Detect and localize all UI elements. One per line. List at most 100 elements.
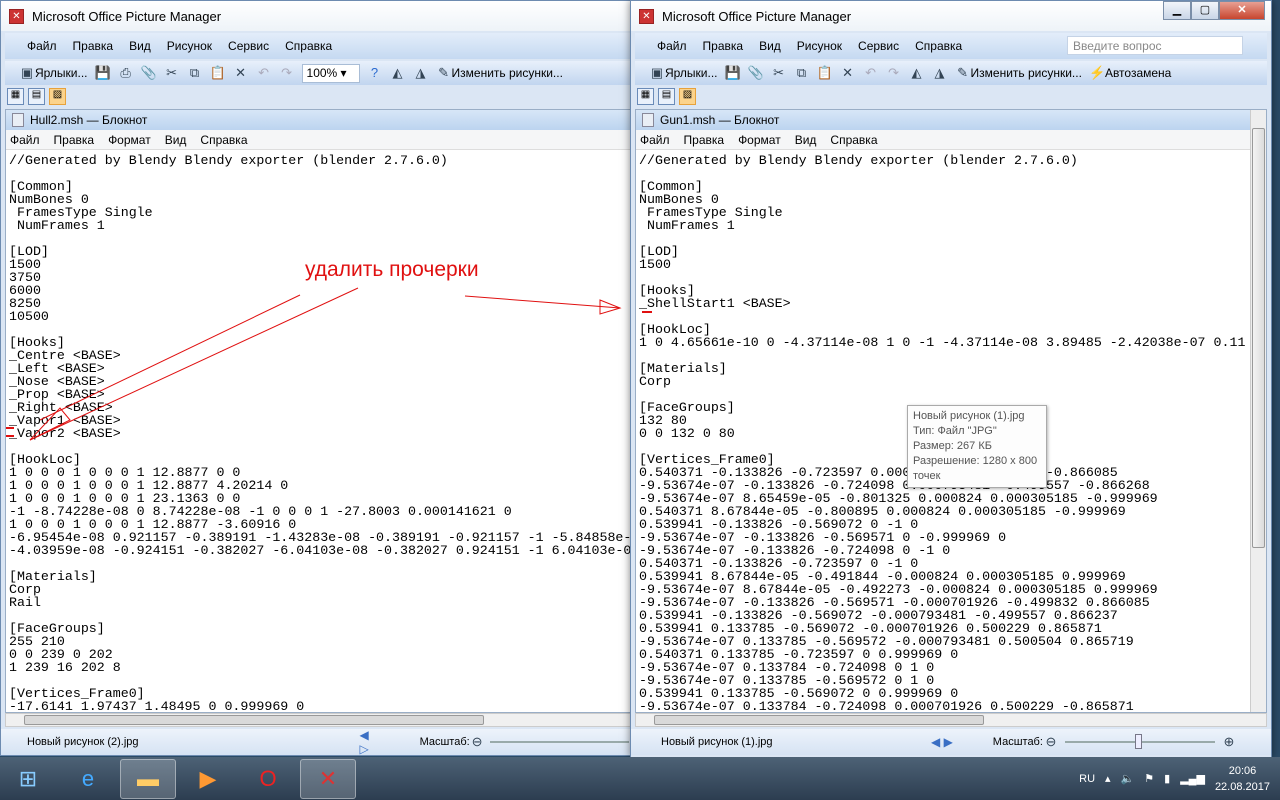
toolbar: ▣ Ярлыки... 💾 ⎙ 📎 ✂ ⧉ 📋 ✕ ↶ ↷ 100% ▾ ? ◭ ◮ ✎ Изме… [5,61,631,85]
scroll-thumb[interactable] [1252,128,1265,548]
help-icon[interactable]: ? [367,65,383,81]
clock[interactable]: 20:06 22.08.2017 [1215,763,1270,795]
clock-date: 22.08.2017 [1214,780,1270,793]
menu-help[interactable]: Справка [285,39,332,53]
autocorrect-label: Автозамена [1104,66,1172,80]
status-bar: Новый рисунок (1).jpg ◀ ▶ Масштаб: ⊖ ⊕ [631,729,1271,755]
menu-edit[interactable]: Правка [73,39,114,53]
undo-icon[interactable]: ↶ [863,65,879,81]
print-icon[interactable]: ⎙ [118,65,134,81]
zoom-value: 100% [306,65,338,80]
text-line: 8250 [9,296,41,311]
shortcuts-button[interactable]: ▣ Ярлыки... [19,65,88,81]
text-line [639,271,1263,284]
volume-icon[interactable]: 🔈 [1121,772,1135,785]
redo-icon[interactable]: ↷ [886,65,902,81]
flag-icon[interactable]: ⚑ [1144,772,1154,785]
edit-pictures-button[interactable]: ✎ Изменить рисунки... [955,65,1082,81]
rotate-right-icon[interactable]: ◮ [413,65,429,81]
scroll-thumb[interactable] [654,715,984,725]
text-line: Corp [639,374,671,389]
filmstrip-view-icon[interactable]: ▤ [28,88,45,105]
menu-tools[interactable]: Сервис [858,39,899,53]
thumbnail-view-icon[interactable]: ▦ [7,88,24,105]
zoom-in-icon[interactable]: ⊕ [1221,734,1237,750]
picture-manager-icon[interactable]: ✕ [300,758,356,799]
title-bar[interactable]: ✕ Microsoft Office Picture Manager ▁ ▢ ✕ [631,1,1271,31]
menu-file[interactable]: Файл [657,39,687,53]
thumbnail-view-icon[interactable]: ▦ [637,88,654,105]
menu-edit[interactable]: Правка [703,39,744,53]
delete-icon[interactable]: ✕ [840,65,856,81]
np-menu-view: Вид [164,132,187,147]
media-player-icon[interactable]: ▶ [180,759,236,799]
zoom-select[interactable]: 100% ▾ [301,63,360,83]
undo-icon[interactable]: ↶ [256,65,272,81]
close-button[interactable]: ✕ [1219,1,1265,20]
file-tooltip: Новый рисунок (1).jpg Тип: Файл "JPG" Ра… [907,405,1047,488]
cut-icon[interactable]: ✂ [164,65,180,81]
filmstrip-view-icon[interactable]: ▤ [658,88,675,105]
network-icon[interactable]: ▮ [1164,772,1170,785]
show-hidden-icons[interactable]: ▴ [1105,772,1111,785]
zoom-slider[interactable] [490,741,629,743]
notepad-text: //Generated by Blendy Blendy exporter (b… [6,150,630,712]
shortcuts-button[interactable]: ▣ Ярлыки... [649,65,718,81]
start-button[interactable]: ⊞ [0,759,56,799]
np-menu-help: Справка [830,132,878,147]
menu-file[interactable]: Файл [27,39,57,53]
opera-icon[interactable]: O [240,759,296,799]
explorer-icon[interactable]: ▬ [120,758,176,799]
autocorrect-button[interactable]: ⚡Автозамена [1089,65,1171,81]
np-menu-view: Вид [794,132,817,147]
signal-icon[interactable]: ▂▄▆ [1180,772,1205,785]
zoom-slider[interactable] [1064,734,1215,749]
zoom-out-icon[interactable]: ⊖ [1043,734,1059,750]
single-view-icon[interactable]: ▨ [679,88,696,105]
single-view-icon[interactable]: ▨ [49,88,66,105]
shortcuts-label: Ярлыки... [35,66,88,80]
copy-icon[interactable]: ⧉ [187,65,203,81]
delete-icon[interactable]: ✕ [233,65,249,81]
text-line: //Generated by Blendy Blendy exporter (b… [639,153,1078,168]
prev-next-buttons[interactable]: ◀ ▶ [931,735,953,749]
text-line: //Generated by Blendy Blendy exporter (b… [9,153,448,168]
copy-icon[interactable]: ⧉ [794,65,810,81]
attach-icon[interactable]: 📎 [141,65,157,81]
rotate-right-icon[interactable]: ◮ [932,65,948,81]
rotate-left-icon[interactable]: ◭ [390,65,406,81]
title-bar[interactable]: ✕ Microsoft Office Picture Manager [1,1,635,31]
ie-icon[interactable]: e [60,759,116,799]
scroll-thumb[interactable] [24,715,484,725]
zoom-out-icon[interactable]: ⊖ [470,734,485,750]
text-line: 10500 [9,309,49,324]
save-icon[interactable]: 💾 [725,65,741,81]
vertical-scrollbar[interactable] [1250,110,1266,712]
save-icon[interactable]: 💾 [95,65,111,81]
horizontal-scrollbar[interactable] [635,713,1267,727]
zoom-label: Масштаб: [992,736,1043,748]
text-line [9,232,627,245]
status-filename: Новый рисунок (1).jpg [661,736,773,748]
attach-icon[interactable]: 📎 [748,65,764,81]
menu-view[interactable]: Вид [129,39,151,53]
minimize-button[interactable]: ▁ [1163,1,1191,20]
paste-icon[interactable]: 📋 [817,65,833,81]
edit-pictures-button[interactable]: ✎ Изменить рисунки... [436,65,563,81]
ask-question-input[interactable]: Введите вопрос [1067,36,1243,55]
horizontal-scrollbar[interactable] [5,713,631,727]
paste-icon[interactable]: 📋 [210,65,226,81]
prev-next-buttons[interactable]: ◀ ▷ [359,728,379,755]
menu-help[interactable]: Справка [915,39,962,53]
language-indicator[interactable]: RU [1079,773,1095,785]
tooltip-filename: Новый рисунок (1).jpg [913,410,1025,422]
maximize-button[interactable]: ▢ [1191,1,1219,20]
menu-view[interactable]: Вид [759,39,781,53]
menu-picture[interactable]: Рисунок [797,39,842,53]
redo-icon[interactable]: ↷ [279,65,295,81]
rotate-left-icon[interactable]: ◭ [909,65,925,81]
cut-icon[interactable]: ✂ [771,65,787,81]
menu-tools[interactable]: Сервис [228,39,269,53]
zoom-slider-thumb[interactable] [1134,734,1142,749]
menu-picture[interactable]: Рисунок [167,39,212,53]
